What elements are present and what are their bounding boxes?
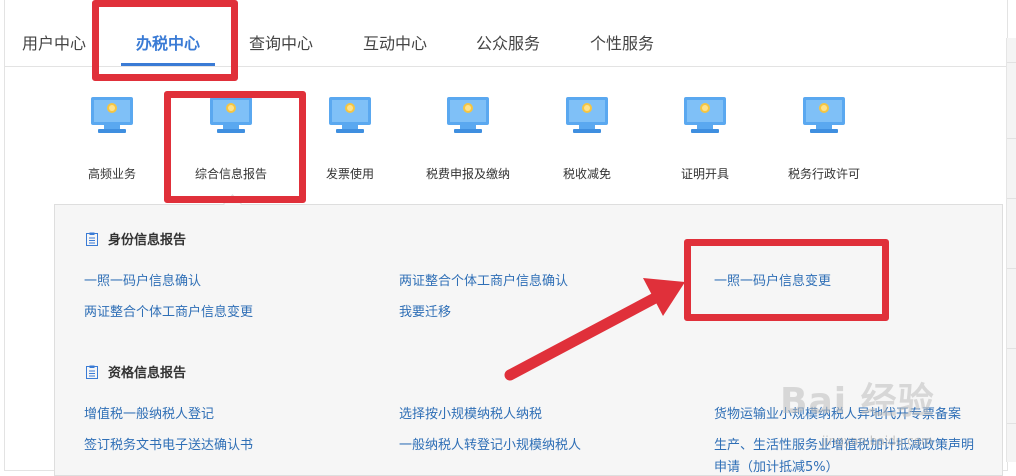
clipboard-icon bbox=[86, 365, 98, 379]
callout-comprehensive-report bbox=[164, 91, 306, 203]
monitor-icon bbox=[803, 97, 845, 133]
link-one-license-confirm[interactable]: 一照一码户信息确认 bbox=[84, 270, 201, 289]
category-label: 证明开具 bbox=[680, 167, 729, 181]
section-qualification-report: 资格信息报告 bbox=[86, 362, 186, 381]
link-two-cert-individual-change[interactable]: 两证整合个体工商户信息变更 bbox=[84, 301, 253, 320]
link-freight-special-invoice-filing[interactable]: 货物运输业小规模纳税人异地代开专票备案 bbox=[714, 403, 961, 422]
monitor-icon bbox=[91, 97, 133, 133]
monitor-icon bbox=[447, 97, 489, 133]
link-e-delivery-confirmation[interactable]: 签订税务文书电子送达确认书 bbox=[84, 434, 253, 453]
tab-query-center[interactable]: 查询中心 bbox=[249, 30, 313, 54]
tab-interaction-center[interactable]: 互动中心 bbox=[363, 30, 427, 54]
section-title: 身份信息报告 bbox=[108, 233, 187, 248]
category-tax-filing-payment[interactable]: 税费申报及缴纳 bbox=[408, 96, 528, 186]
tab-public-service[interactable]: 公众服务 bbox=[476, 30, 540, 54]
annotation-arrow-icon bbox=[504, 278, 685, 381]
section-identity-report: 身份信息报告 bbox=[86, 229, 186, 248]
category-admin-license[interactable]: 税务行政许可 bbox=[764, 96, 884, 186]
link-migrate[interactable]: 我要迁移 bbox=[399, 301, 451, 320]
link-choose-small-scale[interactable]: 选择按小规模纳税人纳税 bbox=[399, 403, 542, 422]
clipboard-icon bbox=[86, 232, 98, 246]
callout-one-license-change bbox=[684, 239, 889, 321]
category-high-frequency[interactable]: 高频业务 bbox=[52, 96, 172, 186]
section-title: 资格信息报告 bbox=[108, 366, 187, 381]
category-certificate-issue[interactable]: 证明开具 bbox=[645, 96, 765, 186]
category-label: 高频业务 bbox=[87, 167, 136, 181]
callout-tax-center-tab bbox=[92, 0, 238, 81]
category-tax-reduction[interactable]: 税收减免 bbox=[527, 96, 647, 186]
category-label: 税务行政许可 bbox=[787, 167, 860, 181]
category-label: 税收减免 bbox=[562, 167, 611, 181]
link-deduction-application[interactable]: 申请（加计抵减5%） bbox=[714, 456, 839, 475]
monitor-icon bbox=[566, 97, 608, 133]
category-invoice-use[interactable]: 发票使用 bbox=[290, 96, 410, 186]
category-label: 税费申报及缴纳 bbox=[425, 167, 510, 181]
link-general-to-small-scale[interactable]: 一般纳税人转登记小规模纳税人 bbox=[399, 434, 581, 453]
category-label: 发票使用 bbox=[325, 167, 374, 181]
monitor-icon bbox=[684, 97, 726, 133]
tab-user-center[interactable]: 用户中心 bbox=[22, 30, 86, 54]
link-vat-general-register[interactable]: 增值税一般纳税人登记 bbox=[84, 403, 214, 422]
monitor-icon bbox=[329, 97, 371, 133]
link-service-vat-deduction-statement[interactable]: 生产、生活性服务业增值税加计抵减政策声明 bbox=[714, 434, 974, 453]
side-scroll-strip[interactable] bbox=[1006, 38, 1016, 462]
tab-personal-service[interactable]: 个性服务 bbox=[590, 30, 654, 54]
